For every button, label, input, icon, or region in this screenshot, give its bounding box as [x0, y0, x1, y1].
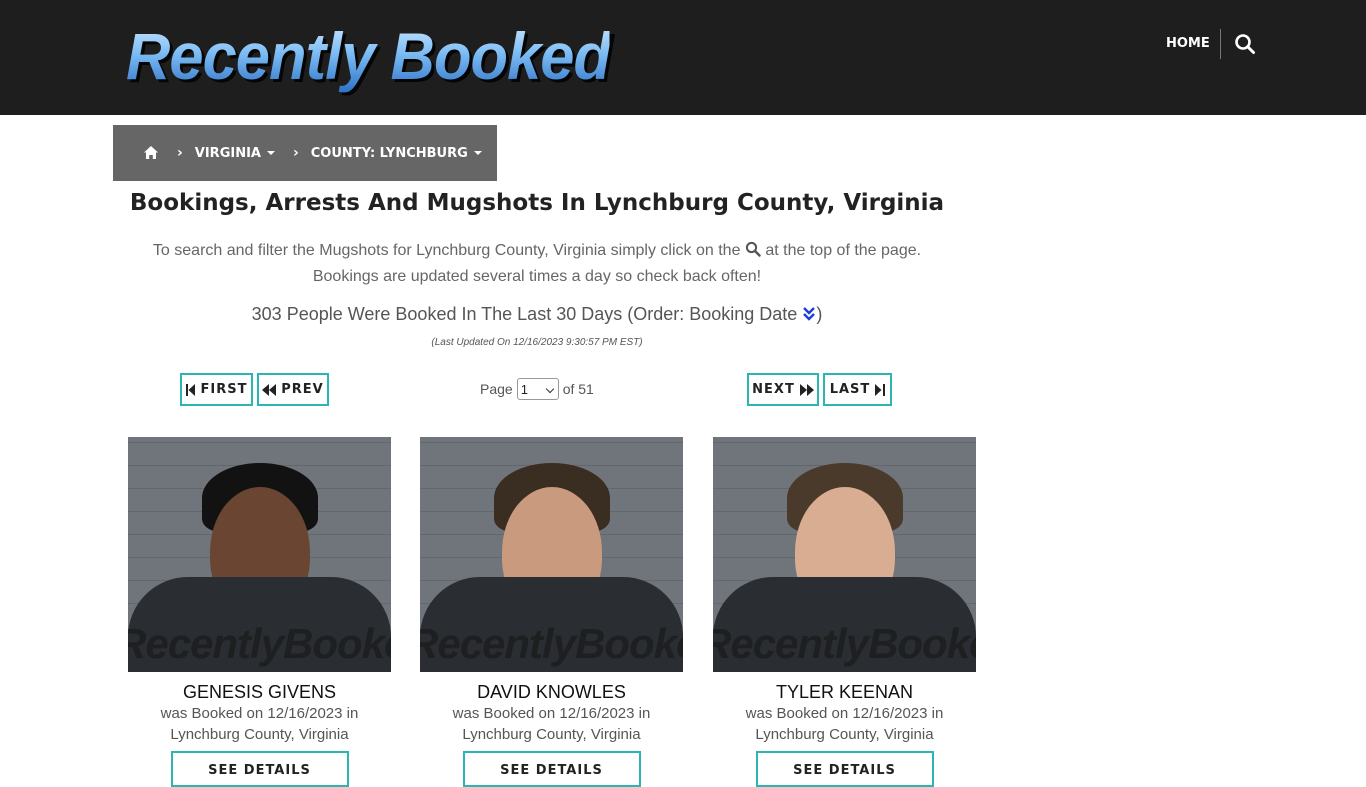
- nav-divider: [1220, 29, 1221, 59]
- booked-line: was Booked on 12/16/2023 in: [745, 705, 944, 722]
- booking-count-text: 303 People Were Booked In The Last 30 Da…: [251, 304, 798, 324]
- search-icon[interactable]: [1234, 33, 1256, 55]
- booked-location: Lynchburg County, Virginia: [755, 726, 934, 743]
- mugshot-photo[interactable]: RecentlyBooked.com: [420, 437, 683, 672]
- page-label: Page: [480, 381, 513, 397]
- intro-part1: To search and filter the Mugshots for Ly…: [152, 242, 741, 259]
- photo-watermark: RecentlyBooked.com: [713, 620, 976, 667]
- booked-line: was Booked on 12/16/2023 in: [160, 705, 359, 722]
- page-select[interactable]: 1: [516, 378, 559, 400]
- photo-watermark: RecentlyBooked.com: [420, 620, 683, 667]
- mugshot-photo[interactable]: RecentlyBooked.com: [128, 437, 391, 672]
- booking-count-close: ): [816, 304, 823, 324]
- last-page-label: LAST: [829, 382, 871, 397]
- forward-icon: [799, 383, 814, 396]
- breadcrumb-virginia-label: VIRGINIA: [194, 145, 261, 161]
- next-page-button[interactable]: NEXT: [747, 373, 819, 406]
- backward-icon: [262, 383, 277, 396]
- photo-watermark: RecentlyBooked.com: [128, 620, 391, 667]
- see-details-button[interactable]: SEE DETAILS: [755, 751, 934, 787]
- page-selector: Page 1 of 51: [480, 377, 594, 401]
- breadcrumb-virginia[interactable]: VIRGINIA: [195, 146, 275, 161]
- caret-down-icon: [266, 151, 275, 155]
- chevron-down-icon: [545, 384, 554, 394]
- breadcrumb-county-label: COUNTY: LYNCHBURG: [310, 145, 468, 161]
- site-logo[interactable]: Recently Booked: [126, 18, 611, 94]
- next-page-label: NEXT: [752, 382, 795, 397]
- person-name[interactable]: GENESIS GIVENS: [128, 682, 391, 703]
- nav-home-link[interactable]: HOME: [1166, 36, 1210, 51]
- prev-page-label: PREV: [281, 382, 324, 397]
- person-name[interactable]: DAVID KNOWLES: [420, 682, 683, 703]
- breadcrumb: › VIRGINIA › COUNTY: LYNCHBURG: [113, 125, 497, 181]
- page-title: Bookings, Arrests And Mugshots In Lynchb…: [129, 190, 945, 216]
- page-total: of 51: [562, 381, 594, 397]
- order-toggle-icon[interactable]: [802, 306, 816, 322]
- booking-card[interactable]: RecentlyBooked.com GENESIS GIVENS was Bo…: [128, 437, 391, 787]
- last-updated: (Last Updated On 12/16/2023 9:30:57 PM E…: [431, 337, 643, 348]
- page-select-value: 1: [520, 381, 528, 397]
- mugshot-photo[interactable]: RecentlyBooked.com: [713, 437, 976, 672]
- chevron-right-icon: ›: [292, 145, 299, 161]
- search-icon: [745, 240, 761, 257]
- prev-page-button[interactable]: PREV: [257, 373, 329, 406]
- see-details-button[interactable]: SEE DETAILS: [462, 751, 641, 787]
- booked-line: was Booked on 12/16/2023 in: [452, 705, 651, 722]
- first-icon: [185, 383, 195, 396]
- booked-location: Lynchburg County, Virginia: [462, 726, 641, 743]
- caret-down-icon: [473, 151, 482, 155]
- breadcrumb-county[interactable]: COUNTY: LYNCHBURG: [311, 146, 482, 161]
- person-name[interactable]: TYLER KEENAN: [713, 682, 976, 703]
- first-page-label: FIRST: [200, 382, 248, 397]
- booked-location: Lynchburg County, Virginia: [170, 726, 349, 743]
- intro-text: To search and filter the Mugshots for Ly…: [113, 238, 961, 290]
- see-details-button[interactable]: SEE DETAILS: [170, 751, 349, 787]
- first-page-button[interactable]: FIRST: [180, 373, 253, 406]
- last-page-button[interactable]: LAST: [823, 373, 892, 406]
- last-icon: [875, 383, 886, 396]
- intro-line2: Bookings are updated several times a day…: [312, 268, 762, 285]
- booking-count: 303 People Were Booked In The Last 30 Da…: [113, 304, 961, 325]
- home-icon[interactable]: [143, 145, 159, 161]
- booking-card[interactable]: RecentlyBooked.com TYLER KEENAN was Book…: [713, 437, 976, 787]
- intro-part2: at the top of the page.: [765, 242, 922, 259]
- site-header: Recently Booked Recently Booked HOME: [0, 0, 1366, 115]
- chevron-right-icon: ›: [177, 145, 183, 161]
- booking-card[interactable]: RecentlyBooked.com DAVID KNOWLES was Boo…: [420, 437, 683, 787]
